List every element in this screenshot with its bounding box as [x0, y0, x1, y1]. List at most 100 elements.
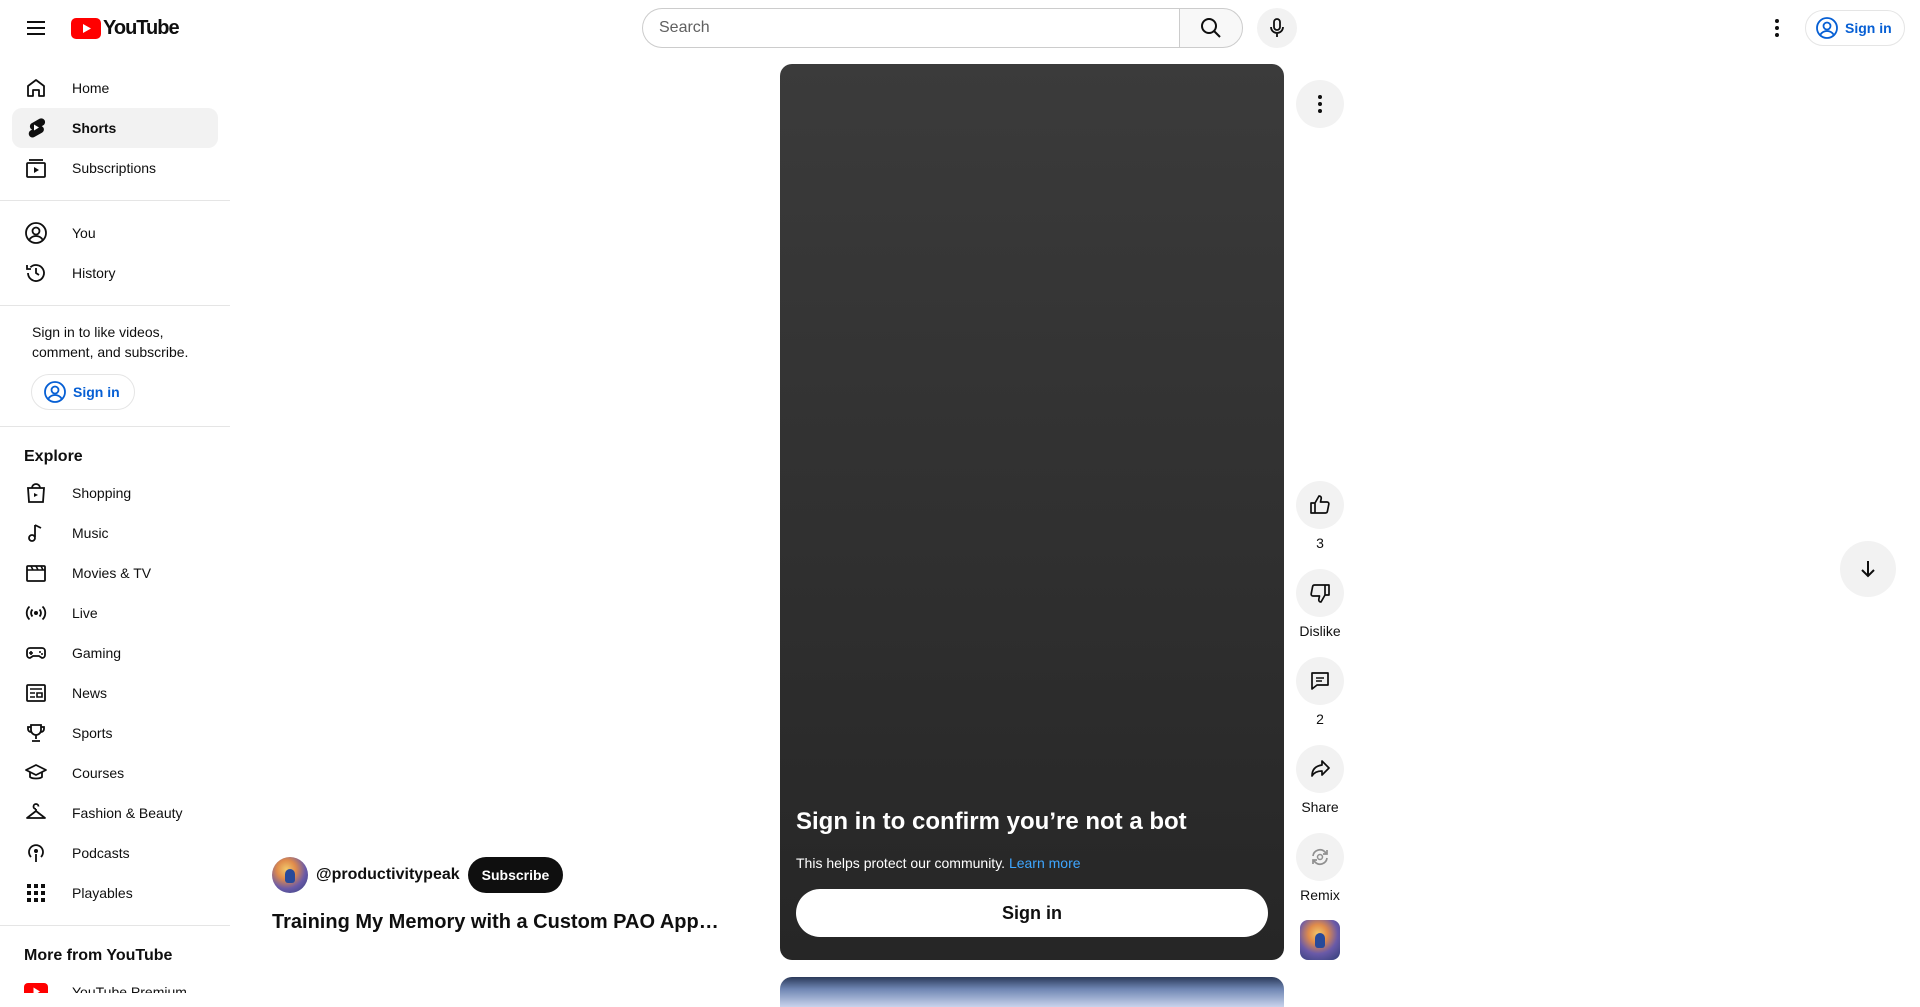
masthead: YouTube Sign in [0, 0, 1920, 56]
shopping-icon [24, 481, 48, 505]
guide-menu-button[interactable] [16, 8, 56, 48]
sidebar-signin-prompt: Sign in to like videos, comment, and sub… [32, 324, 189, 360]
sidebar-item-label: Gaming [72, 645, 122, 661]
movies-icon [24, 561, 48, 585]
sidebar-item-you[interactable]: You [12, 213, 218, 253]
next-short-preview[interactable] [780, 977, 1284, 1007]
search-box [642, 8, 1243, 48]
you-icon [24, 221, 48, 245]
sidebar-item-label: Movies & TV [72, 565, 152, 581]
sidebar-divider [0, 426, 230, 427]
dislike-button[interactable] [1296, 569, 1344, 617]
news-icon [24, 681, 48, 705]
home-icon [24, 76, 48, 100]
voice-search-button[interactable] [1257, 8, 1297, 48]
shorts-icon [24, 116, 48, 140]
bot-check-heading: Sign in to confirm you’re not a bot [796, 808, 1187, 835]
sidebar-divider [0, 305, 230, 306]
sidebar-item-label: Playables [72, 885, 133, 901]
sidebar-item-label: Sports [72, 725, 113, 741]
share-action: Share [1296, 745, 1344, 815]
sidebar-item-subscriptions[interactable]: Subscriptions [12, 148, 218, 188]
sidebar-item-home[interactable]: Home [12, 68, 218, 108]
more-vertical-icon [1775, 19, 1779, 37]
search-button[interactable] [1179, 8, 1243, 48]
youtube-play-logo-icon [71, 17, 101, 39]
dislike-label: Dislike [1299, 623, 1341, 639]
sidebar-item-label: Courses [72, 765, 125, 781]
sidebar-item-label: Music [72, 525, 109, 541]
short-more-button[interactable] [1296, 80, 1344, 128]
sidebar-item-live[interactable]: Live [12, 593, 218, 633]
sidebar-item-label: History [72, 265, 116, 281]
sidebar-item-shorts[interactable]: Shorts [12, 108, 218, 148]
sidebar-item-fashion[interactable]: Fashion & Beauty [12, 793, 218, 833]
explore-heading: Explore [24, 448, 83, 465]
remix-button[interactable] [1296, 833, 1344, 881]
sidebar-item-shopping[interactable]: Shopping [12, 473, 218, 513]
more-vertical-icon [1318, 95, 1322, 113]
sidebar-item-label: News [72, 685, 108, 701]
header-signin-button[interactable]: Sign in [1805, 10, 1905, 46]
sidebar-item-label: YouTube Premium [72, 984, 187, 993]
sidebar-item-playables[interactable]: Playables [12, 873, 218, 913]
like-button[interactable] [1296, 481, 1344, 529]
more-from-youtube-heading: More from YouTube [24, 947, 173, 964]
thumbs-up-icon [1310, 495, 1330, 514]
short-channel-row: @productivitypeak Subscribe [272, 857, 564, 893]
subscribe-button[interactable]: Subscribe [467, 857, 564, 893]
channel-avatar[interactable] [272, 857, 308, 893]
like-count: 3 [1316, 535, 1324, 551]
remix-action: Remix [1296, 833, 1344, 903]
sidebar-item-news[interactable]: News [12, 673, 218, 713]
channel-handle[interactable]: @productivitypeak [316, 866, 460, 884]
sidebar-signin-button[interactable]: Sign in [31, 374, 135, 410]
courses-icon [24, 761, 48, 785]
sidebar-item-label: Home [72, 80, 110, 96]
youtube-premium-icon [24, 980, 48, 993]
remix-label: Remix [1300, 887, 1340, 903]
guide-sidebar: Home Shorts Subscriptions You History Si… [0, 56, 230, 993]
sound-source-thumbnail[interactable] [1300, 920, 1340, 960]
sidebar-item-podcasts[interactable]: Podcasts [12, 833, 218, 873]
sidebar-item-gaming[interactable]: Gaming [12, 633, 218, 673]
share-button[interactable] [1296, 745, 1344, 793]
sidebar-item-sports[interactable]: Sports [12, 713, 218, 753]
sidebar-item-label: Live [72, 605, 98, 621]
comments-action: 2 [1296, 657, 1344, 727]
sidebar-item-label: Fashion & Beauty [72, 805, 183, 821]
sidebar-signin-label: Sign in [73, 384, 120, 400]
gaming-icon [24, 641, 48, 665]
sidebar-item-label: Subscriptions [72, 160, 157, 176]
microphone-icon [1270, 18, 1284, 37]
sidebar-item-label: Shorts [72, 120, 117, 136]
sidebar-item-history[interactable]: History [12, 253, 218, 293]
next-short-button[interactable] [1840, 541, 1896, 597]
shorts-player[interactable]: Sign in to confirm you’re not a bot This… [780, 64, 1284, 960]
sidebar-item-youtube-premium[interactable]: YouTube Premium [12, 972, 218, 993]
short-title[interactable]: Training My Memory with a Custom PAO App… [272, 911, 724, 934]
sidebar-item-movies[interactable]: Movies & TV [12, 553, 218, 593]
learn-more-link[interactable]: Learn more [1009, 855, 1081, 871]
arrow-down-icon [1861, 561, 1875, 578]
music-icon [24, 521, 48, 545]
comments-button[interactable] [1296, 657, 1344, 705]
settings-more-button[interactable] [1757, 8, 1797, 48]
sidebar-item-label: You [72, 225, 96, 241]
sidebar-item-label: Podcasts [72, 845, 130, 861]
podcasts-icon [24, 841, 48, 865]
history-icon [24, 261, 48, 285]
sidebar-divider [0, 200, 230, 201]
youtube-logo[interactable]: YouTube [71, 16, 180, 39]
dislike-action: Dislike [1296, 569, 1344, 639]
account-circle-icon [1816, 17, 1838, 39]
trophy-icon [24, 721, 48, 745]
share-label: Share [1301, 799, 1339, 815]
sidebar-item-label: Shopping [72, 485, 132, 501]
hanger-icon [24, 801, 48, 825]
bot-check-signin-button[interactable]: Sign in [796, 889, 1268, 937]
sidebar-item-music[interactable]: Music [12, 513, 218, 553]
sidebar-item-courses[interactable]: Courses [12, 753, 218, 793]
search-input[interactable] [642, 8, 1179, 48]
logo-text: YouTube [103, 16, 180, 39]
